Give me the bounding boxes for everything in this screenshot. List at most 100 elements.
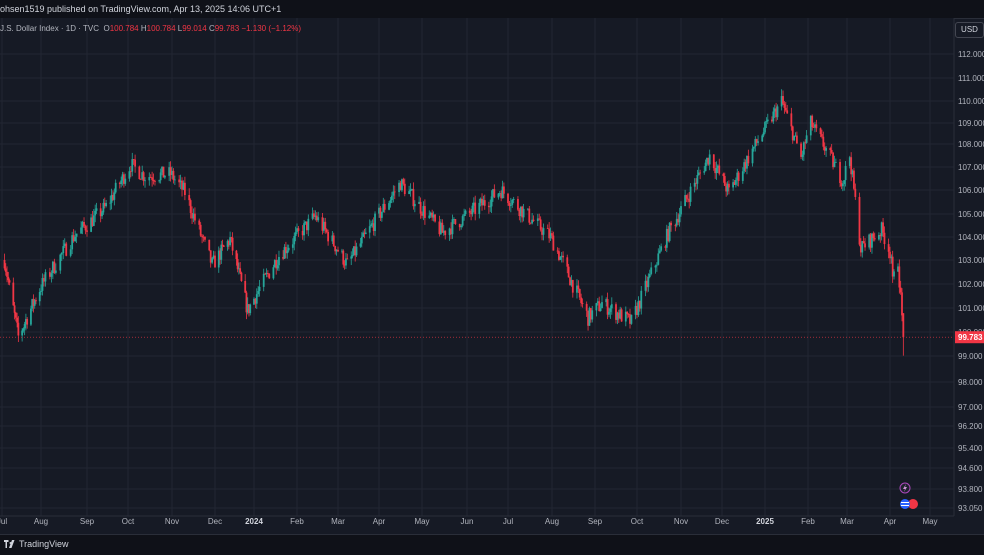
candle-body <box>517 198 519 210</box>
candle-body <box>704 162 707 172</box>
candle-body <box>829 148 832 151</box>
candle-body <box>722 173 725 177</box>
candle-body <box>648 273 651 277</box>
candle-body <box>403 183 406 195</box>
candle-body <box>65 243 68 256</box>
candle-body <box>272 267 275 279</box>
footer-bar: TradingView <box>0 534 984 555</box>
open-value: 100.784 <box>109 24 139 33</box>
candle-body <box>6 271 8 277</box>
candle-body <box>899 287 902 293</box>
candle-body <box>351 255 354 257</box>
candle-body <box>286 250 289 254</box>
candle-body <box>601 302 603 309</box>
candle-body <box>276 265 279 269</box>
candle-body <box>581 302 584 304</box>
candle-body <box>204 236 206 240</box>
candle-body <box>83 221 85 227</box>
price-chart[interactable]: 112.000 111.000 110.000 109.000 108.000 107.0… <box>0 0 984 534</box>
candle-body <box>464 210 467 215</box>
change-value: −1.130 (−1.12%) <box>241 24 302 33</box>
candle-body <box>796 135 798 144</box>
y-tick-label: 111.000 <box>958 74 984 83</box>
candle-body <box>657 253 660 265</box>
us-flag-icon[interactable] <box>900 499 910 509</box>
candle-body <box>509 204 512 206</box>
candle-body <box>532 219 535 221</box>
candle-body <box>109 202 112 204</box>
candle-body <box>844 165 847 181</box>
candle-body <box>552 235 555 251</box>
candle-body <box>483 200 486 206</box>
candle-body <box>478 202 481 214</box>
candle-body <box>345 258 347 266</box>
candle-body <box>841 183 844 187</box>
candle-body <box>444 230 447 236</box>
candle-body <box>95 208 98 211</box>
candle-body <box>511 199 514 205</box>
candle-body <box>610 304 613 309</box>
currency-button[interactable]: USD <box>955 22 984 38</box>
x-tick-label: 2024 <box>245 517 263 526</box>
x-tick-label: Mar <box>840 517 854 526</box>
candle-body <box>626 311 629 315</box>
candle-body <box>30 308 32 325</box>
candle-body <box>757 141 759 143</box>
candle-body <box>783 103 786 108</box>
y-tick-label: 98.000 <box>958 378 983 387</box>
y-tick-label: 105.000 <box>958 210 984 219</box>
candle-body <box>120 180 123 184</box>
candle-body <box>324 221 327 230</box>
candle-body <box>660 246 663 251</box>
candle-body <box>332 235 335 247</box>
candle-body <box>257 291 260 295</box>
candle-body <box>74 236 77 242</box>
x-axis[interactable]: Jul Aug Sep Oct Nov Dec 2024 Feb Mar Apr May Jun Jul… <box>0 515 954 526</box>
candle-body <box>262 273 265 287</box>
y-tick-label: 96.200 <box>958 422 983 431</box>
candle-body <box>737 172 740 181</box>
candle-body <box>75 233 78 237</box>
candle-body <box>658 250 661 254</box>
candle-body <box>864 243 866 248</box>
x-tick-label: Apr <box>884 517 897 526</box>
candle-body <box>751 148 754 164</box>
candle-body <box>249 304 252 314</box>
y-tick-label: 109.000 <box>958 119 984 128</box>
candle-body <box>172 170 175 181</box>
candle-body <box>7 276 10 281</box>
candle-body <box>50 273 53 277</box>
y-tick-label: 103.000 <box>958 256 984 265</box>
candle-body <box>822 136 825 147</box>
y-tick-label: 108.000 <box>958 140 984 149</box>
candle-body <box>198 220 201 225</box>
candle-body <box>413 203 416 207</box>
candle-body <box>753 146 755 149</box>
y-axis[interactable]: 112.000 111.000 110.000 109.000 108.000 107.0… <box>953 18 984 516</box>
candle-body <box>184 182 186 196</box>
candle-body <box>839 161 841 184</box>
candle-body <box>424 206 426 218</box>
candle-body <box>723 176 726 186</box>
candle-body <box>17 322 20 336</box>
candle-body <box>434 214 436 222</box>
low-value: 99.014 <box>182 24 207 33</box>
candle-body <box>393 191 396 193</box>
candle-body <box>708 154 711 165</box>
y-tick-label: 93.800 <box>958 485 983 494</box>
candle-body <box>38 292 41 302</box>
candle-body <box>728 183 730 188</box>
candle-body <box>236 259 239 270</box>
candle-body <box>843 180 846 184</box>
candle-body <box>578 288 581 298</box>
brand-label: TradingView <box>19 539 69 549</box>
candle-body <box>12 282 15 306</box>
symbol-name[interactable]: J.S. Dollar Index · 1D · TVC <box>0 24 99 33</box>
candle-body <box>784 107 787 111</box>
candle-body <box>13 305 16 313</box>
candle-body <box>235 250 238 260</box>
y-tick-label: 106.000 <box>958 186 984 195</box>
candle-body <box>389 200 392 204</box>
tradingview-brand[interactable]: TradingView <box>4 539 69 549</box>
candle-body <box>696 175 699 184</box>
